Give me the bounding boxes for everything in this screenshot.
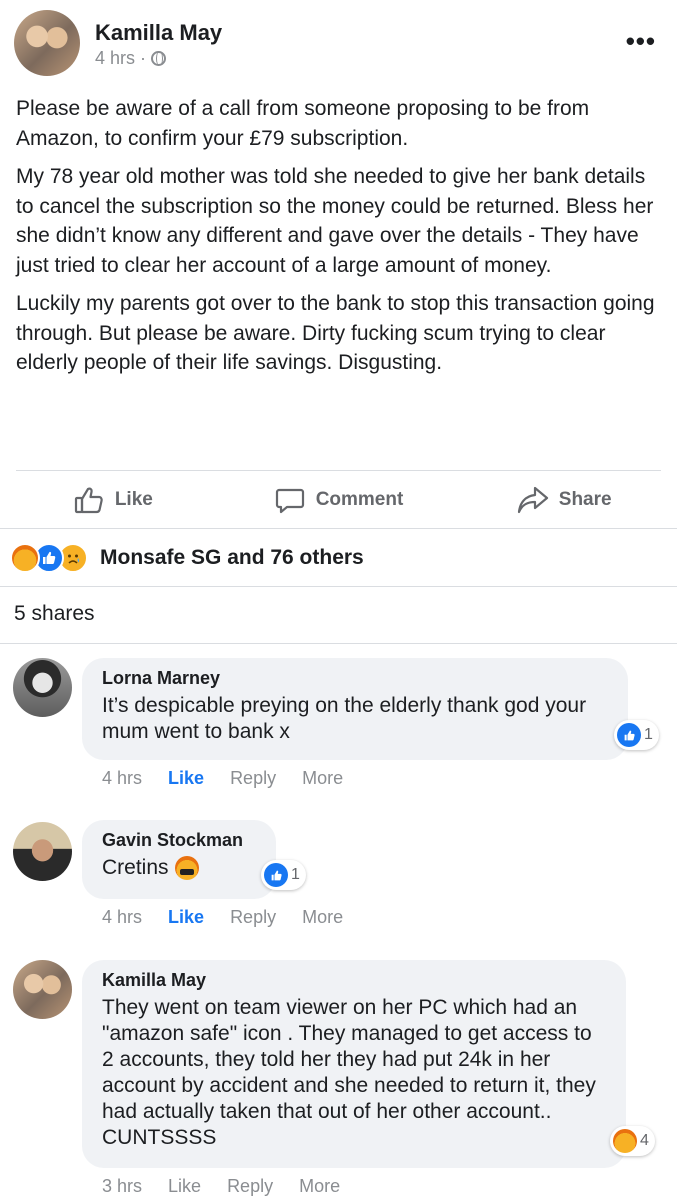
comment-meta: 3 hrs Like Reply More [102,1176,340,1197]
share-arrow-icon [517,486,548,514]
divider [0,643,677,644]
divider [16,470,661,471]
comment-more-button[interactable]: More [299,1176,340,1197]
cursing-emoji-icon [174,856,199,881]
thumbs-up-icon [74,487,103,514]
post-body: Please be aware of a call from someone p… [16,94,664,387]
comment-reactions[interactable]: 4 [610,1126,655,1156]
post-paragraph: My 78 year old mother was told she neede… [16,165,654,277]
like-icon [617,723,641,747]
post-meta: 4 hrs · [95,48,167,69]
comment-icon [275,488,304,514]
commenter-avatar[interactable] [13,960,72,1019]
comment-reply-button[interactable]: Reply [230,768,276,789]
post-paragraph: Luckily my parents got over to the bank … [16,292,655,374]
comment-bubble: Gavin Stockman Cretins [82,820,276,899]
globe-icon [151,51,167,66]
shares-count[interactable]: 5 shares [14,602,95,626]
angry-icon [10,543,40,573]
comment-meta: 4 hrs Like Reply More [102,907,343,928]
like-button[interactable]: Like [0,472,226,528]
comment-reply-button[interactable]: Reply [230,907,276,928]
commenter-avatar[interactable] [13,658,72,717]
share-label: Share [558,489,612,510]
comment-like-button[interactable]: Like [168,907,204,928]
comment-reactions[interactable]: 1 [614,720,659,750]
comment-time[interactable]: 4 hrs [102,768,142,789]
divider [0,586,677,587]
like-label: Like [114,489,153,510]
author-avatar[interactable] [14,10,80,76]
author-name[interactable]: Kamilla May [95,20,222,46]
commenter-avatar[interactable] [13,822,72,881]
comment-more-button[interactable]: More [302,768,343,789]
share-button[interactable]: Share [451,472,677,528]
divider [0,528,677,529]
reaction-count: 1 [644,726,653,743]
comment-button[interactable]: Comment [226,472,452,528]
reactions-summary-text: Monsafe SG and 76 others [100,546,364,569]
more-options-button[interactable]: ••• [626,28,656,54]
comment-label: Comment [315,489,404,510]
comment-reply-button[interactable]: Reply [227,1176,273,1197]
reactions-summary[interactable]: Monsafe SG and 76 others [10,538,364,578]
meta-separator: · [140,48,147,68]
comment-bubble: Kamilla May They went on team viewer on … [82,960,626,1168]
reaction-count: 1 [291,866,300,883]
comment-text-content: Cretins [102,856,169,879]
comment-like-button[interactable]: Like [168,768,204,789]
action-bar: Like Comment Share [0,472,677,528]
commenter-name[interactable]: Kamilla May [102,970,606,991]
comment-reactions[interactable]: 1 [261,860,306,890]
comment-text: It’s despicable preying on the elderly t… [102,694,587,743]
angry-icon [613,1129,637,1153]
like-icon [264,863,288,887]
comment-text: Cretins [102,855,256,881]
post-header: Kamilla May 4 hrs · ••• [14,10,664,78]
comment-meta: 4 hrs Like Reply More [102,768,343,789]
post-paragraph: Please be aware of a call from someone p… [16,97,590,150]
comment-more-button[interactable]: More [302,907,343,928]
commenter-name[interactable]: Lorna Marney [102,668,608,689]
comment-text: They went on team viewer on her PC which… [102,996,596,1149]
comment-bubble: Lorna Marney It’s despicable preying on … [82,658,628,760]
reaction-count: 4 [640,1132,649,1149]
comment-like-button[interactable]: Like [168,1176,201,1197]
commenter-name[interactable]: Gavin Stockman [102,830,256,851]
comment-time[interactable]: 3 hrs [102,1176,142,1197]
comment-time[interactable]: 4 hrs [102,907,142,928]
post-time[interactable]: 4 hrs [95,48,135,69]
